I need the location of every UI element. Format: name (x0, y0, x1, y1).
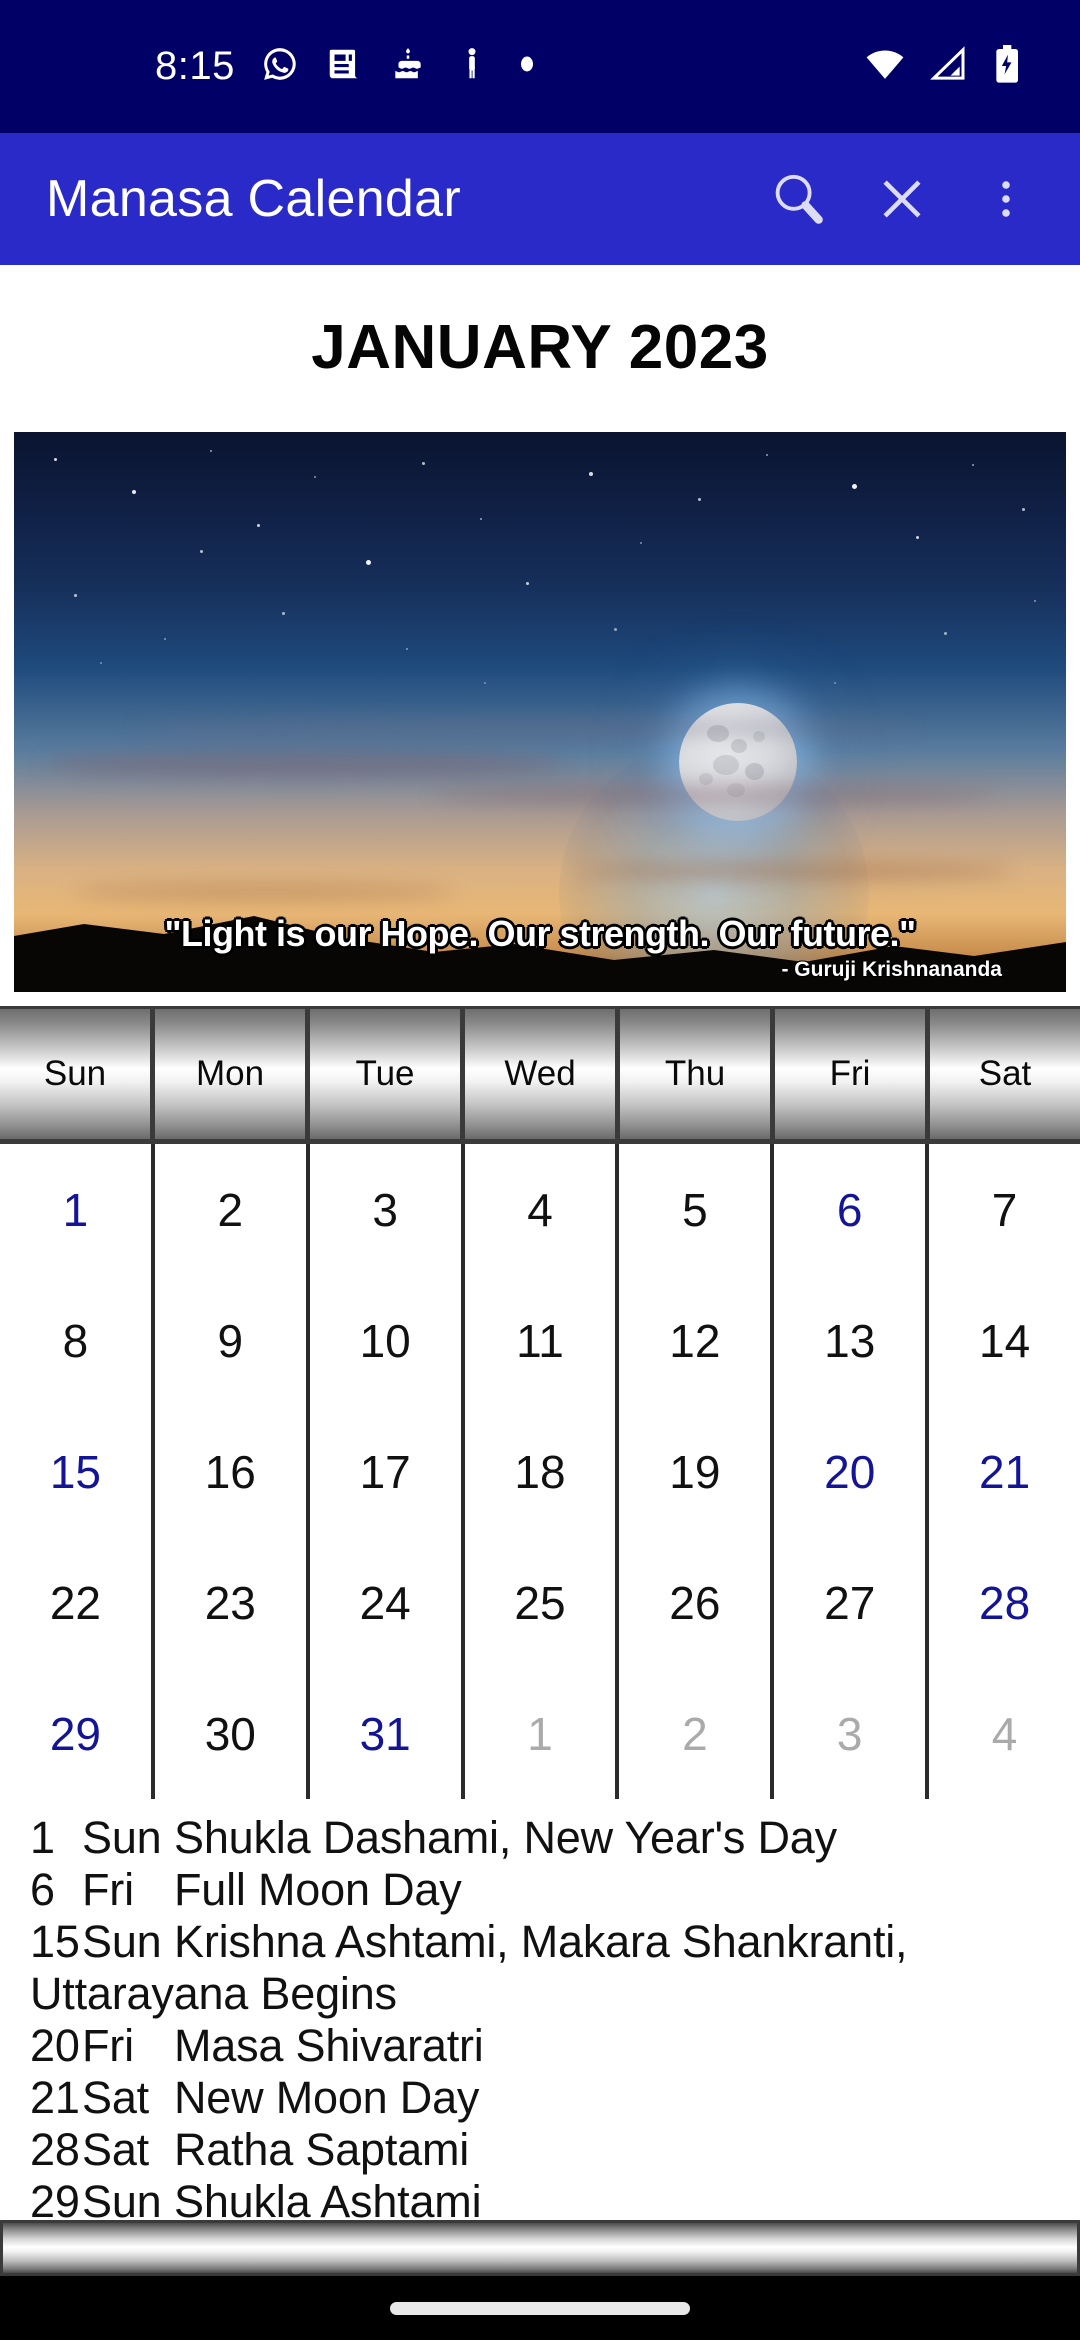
event-text: Ratha Saptami (174, 2124, 470, 2175)
calendar-week-row: 15 16 17 18 19 20 21 (0, 1401, 1080, 1537)
event-text: Full Moon Day (174, 1864, 462, 1915)
battery-charging-icon (990, 44, 1024, 89)
day-cell[interactable]: 28 (929, 1537, 1080, 1668)
home-gesture-pill[interactable] (390, 2301, 690, 2315)
overflow-menu-icon[interactable] (954, 147, 1058, 251)
dot-icon (517, 54, 537, 79)
hero-quote-text: "Light is our Hope. Our strength. Our fu… (164, 913, 916, 954)
list-item: 6 Fri Full Moon Day (30, 1864, 1050, 1916)
day-cell[interactable]: 15 (0, 1406, 155, 1537)
event-text: Masa Shivaratri (174, 2020, 484, 2071)
day-cell[interactable]: 7 (929, 1144, 1080, 1275)
phone-screen: 8:15 Manasa Calendar JANUARY 2023 "Light… (0, 0, 1080, 2340)
day-cell[interactable]: 3 (309, 1144, 465, 1275)
event-day: 20 (30, 2020, 80, 2071)
calendar-week-row: 1 2 3 4 5 6 7 (0, 1139, 1080, 1275)
event-list[interactable]: 1 Sun Shukla Dashami, New Year's Day 6 Fri F… (0, 1812, 1080, 2242)
day-cell[interactable]: 23 (154, 1537, 310, 1668)
weekday-header-row: Sun Mon Tue Wed Thu Fri Sat (0, 1009, 1080, 1139)
list-item: 21Sat New Moon Day (30, 2072, 1050, 2124)
day-cell[interactable]: 9 (154, 1275, 310, 1406)
weekday-header-tue: Tue (310, 1009, 465, 1139)
day-cell[interactable]: 31 (309, 1668, 465, 1799)
weekday-header-thu: Thu (620, 1009, 775, 1139)
weekday-header-fri: Fri (775, 1009, 930, 1139)
person-icon (453, 45, 491, 88)
day-cell[interactable]: 10 (309, 1275, 465, 1406)
day-cell[interactable]: 1 (0, 1144, 155, 1275)
hero-quote-author: - Guruji Krishnananda (781, 958, 1002, 981)
day-cell[interactable]: 2 (619, 1668, 775, 1799)
bottom-silver-bar (0, 2220, 1080, 2276)
day-cell[interactable]: 26 (619, 1537, 775, 1668)
event-day: 21 (30, 2072, 80, 2123)
weekday-header-mon: Mon (155, 1009, 310, 1139)
day-cell[interactable]: 6 (774, 1144, 930, 1275)
day-cell[interactable]: 4 (464, 1144, 620, 1275)
day-cell[interactable]: 20 (774, 1406, 930, 1537)
event-dow: Sat (82, 2124, 149, 2175)
day-cell[interactable]: 3 (774, 1668, 930, 1799)
day-cell[interactable]: 5 (619, 1144, 775, 1275)
event-dow: Fri (82, 1864, 134, 1915)
weekday-header-wed: Wed (465, 1009, 620, 1139)
list-item: 15Sun Krishna Ashtami, Makara Shankranti,… (30, 1916, 1050, 2020)
news-icon (325, 45, 363, 88)
event-day: 6 (30, 1864, 55, 1915)
list-item: 20Fri Masa Shivaratri (30, 2020, 1050, 2072)
hero-quote-block: "Light is our Hope. Our strength. Our fu… (14, 916, 1066, 982)
list-item: 28Sat Ratha Saptami (30, 2124, 1050, 2176)
day-cell[interactable]: 17 (309, 1406, 465, 1537)
system-navigation-bar (0, 2276, 1080, 2340)
whatsapp-icon (261, 45, 299, 88)
event-day: 15 (30, 1916, 80, 1967)
day-cell[interactable]: 30 (154, 1668, 310, 1799)
day-cell[interactable]: 24 (309, 1537, 465, 1668)
event-day: 28 (30, 2124, 80, 2175)
calendar-week-row: 8 9 10 11 12 13 14 (0, 1270, 1080, 1406)
app-title: Manasa Calendar (46, 170, 461, 228)
calendar-grid: Sun Mon Tue Wed Thu Fri Sat 1 2 3 4 5 6 … (0, 1006, 1080, 1799)
app-bar: Manasa Calendar (0, 133, 1080, 265)
event-text: New Moon Day (174, 2072, 480, 2123)
day-cell[interactable]: 22 (0, 1537, 155, 1668)
weekday-header-sat: Sat (930, 1009, 1080, 1139)
day-cell[interactable]: 14 (929, 1275, 1080, 1406)
search-icon[interactable] (746, 147, 850, 251)
event-text: Shukla Dashami, New Year's Day (174, 1812, 837, 1863)
event-dow: Fri (82, 2020, 134, 2071)
list-item: 1 Sun Shukla Dashami, New Year's Day (30, 1812, 1050, 1864)
day-cell[interactable]: 12 (619, 1275, 775, 1406)
status-bar-left: 8:15 (0, 44, 864, 89)
day-cell[interactable]: 29 (0, 1668, 155, 1799)
month-title: JANUARY 2023 (311, 313, 769, 382)
day-cell[interactable]: 4 (929, 1668, 1080, 1799)
day-cell[interactable]: 19 (619, 1406, 775, 1537)
day-cell[interactable]: 25 (464, 1537, 620, 1668)
calendar-week-row: 29 30 31 1 2 3 4 (0, 1663, 1080, 1799)
day-cell[interactable]: 16 (154, 1406, 310, 1537)
day-cell[interactable]: 11 (464, 1275, 620, 1406)
day-cell[interactable]: 18 (464, 1406, 620, 1537)
close-icon[interactable] (850, 147, 954, 251)
event-dow: Sun (82, 1812, 162, 1863)
weekday-header-sun: Sun (0, 1009, 155, 1139)
status-bar: 8:15 (0, 0, 1080, 133)
status-clock: 8:15 (155, 44, 235, 88)
hero-moon-image: "Light is our Hope. Our strength. Our fu… (14, 432, 1066, 992)
cellular-signal-icon (928, 44, 968, 89)
calendar-week-row: 22 23 24 25 26 27 28 (0, 1532, 1080, 1668)
birthday-cake-icon (389, 45, 427, 88)
event-dow: Sun (82, 1916, 162, 1967)
day-cell[interactable]: 13 (774, 1275, 930, 1406)
day-cell[interactable]: 8 (0, 1275, 155, 1406)
day-cell[interactable]: 21 (929, 1406, 1080, 1537)
wifi-icon (864, 43, 906, 90)
day-cell[interactable]: 27 (774, 1537, 930, 1668)
event-dow: Sat (82, 2072, 149, 2123)
event-day: 1 (30, 1812, 55, 1863)
day-cell[interactable]: 2 (154, 1144, 310, 1275)
day-cell[interactable]: 1 (464, 1668, 620, 1799)
status-bar-right (864, 43, 1052, 90)
